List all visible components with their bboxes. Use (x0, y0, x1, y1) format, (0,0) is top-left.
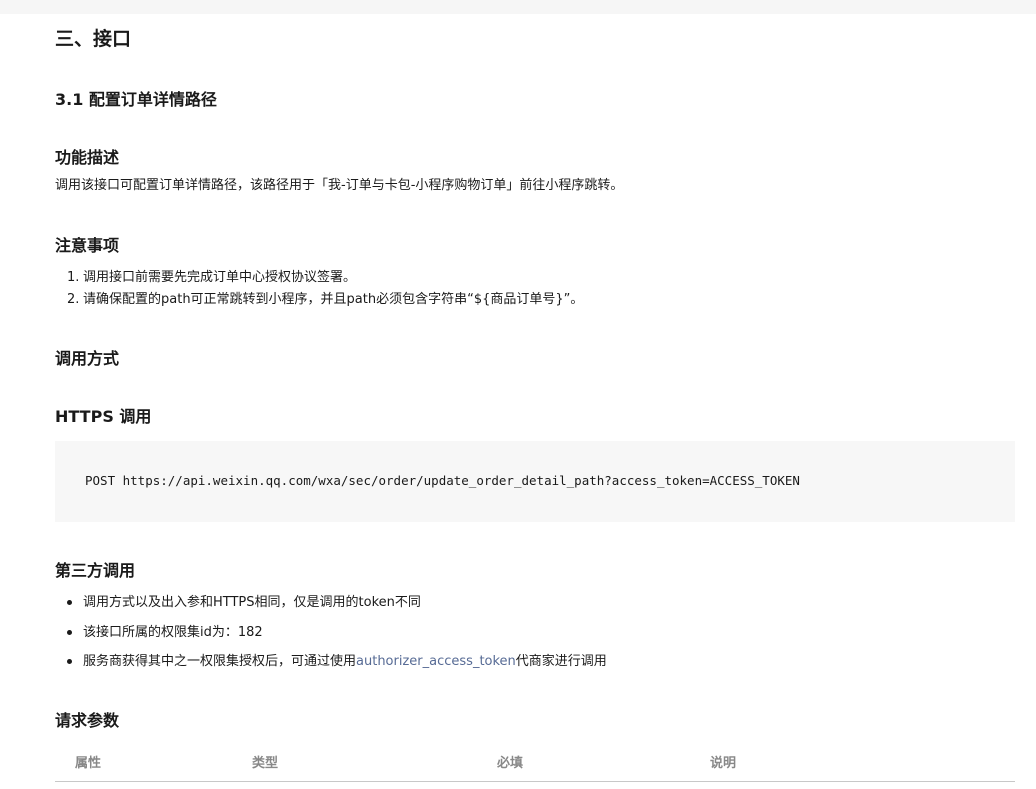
list-item-text: 该接口所属的权限集id为：182 (83, 624, 263, 640)
notes-heading: 注意事项 (55, 236, 120, 255)
feature-description: 调用该接口可配置订单详情路径，该路径用于「我-订单与卡包-小程序购物订单」前往小… (55, 178, 624, 193)
list-item: 调用方式以及出入参和HTTPS相同，仅是调用的token不同 (55, 593, 607, 623)
feature-heading: 功能描述 (55, 148, 120, 167)
notes-list-item: 1. 调用接口前需要先完成订单中心授权协议签署。 (55, 267, 583, 289)
notes-list-item: 2. 请确保配置的path可正常跳转到小程序，并且path必须包含字符串“${商… (55, 289, 583, 311)
third-party-list: 调用方式以及出入参和HTTPS相同，仅是调用的token不同 该接口所属的权限集… (55, 593, 607, 682)
request-params-heading: 请求参数 (55, 711, 120, 730)
subsection-title: 3.1 配置订单详情路径 (55, 90, 217, 109)
call-method-heading: 调用方式 (55, 349, 120, 368)
list-item-text-suffix: 代商家进行调用 (515, 654, 607, 669)
column-header-required: 必填 (497, 756, 524, 771)
list-item-text-prefix: 服务商获得其中之一权限集授权后，可通过使用 (83, 654, 357, 669)
notes-list: 1. 调用接口前需要先完成订单中心授权协议签署。 2. 请确保配置的path可正… (55, 267, 583, 311)
third-party-heading: 第三方调用 (55, 561, 136, 580)
column-header-type: 类型 (252, 756, 279, 771)
code-block: POST https://api.weixin.qq.com/wxa/sec/o… (55, 441, 1015, 522)
column-header-description: 说明 (710, 756, 737, 771)
params-table-header: 属性 类型 必填 说明 (55, 745, 1015, 782)
list-item-text: 调用方式以及出入参和HTTPS相同，仅是调用的token不同 (83, 595, 421, 610)
https-call-heading: HTTPS 调用 (55, 407, 152, 426)
bullet-icon (67, 659, 72, 664)
code-text[interactable]: POST https://api.weixin.qq.com/wxa/sec/o… (85, 473, 800, 488)
column-header-attribute: 属性 (75, 756, 102, 771)
section-title: 三、接口 (55, 28, 132, 50)
list-item-text: 请确保配置的path可正常跳转到小程序，并且path必须包含字符串“${商品订单… (83, 292, 584, 307)
top-bar (0, 0, 1036, 14)
bullet-icon (67, 629, 72, 635)
list-item-text: 调用接口前需要先完成订单中心授权协议签署。 (83, 270, 357, 285)
authorizer-access-token-link[interactable]: authorizer_access_token (356, 654, 516, 669)
bullet-icon (67, 600, 72, 605)
list-number: 2. (67, 292, 80, 307)
list-item: 该接口所属的权限集id为：182 (55, 623, 607, 653)
list-number: 1. (67, 270, 80, 285)
list-item: 服务商获得其中之一权限集授权后，可通过使用authorizer_access_t… (55, 652, 607, 682)
